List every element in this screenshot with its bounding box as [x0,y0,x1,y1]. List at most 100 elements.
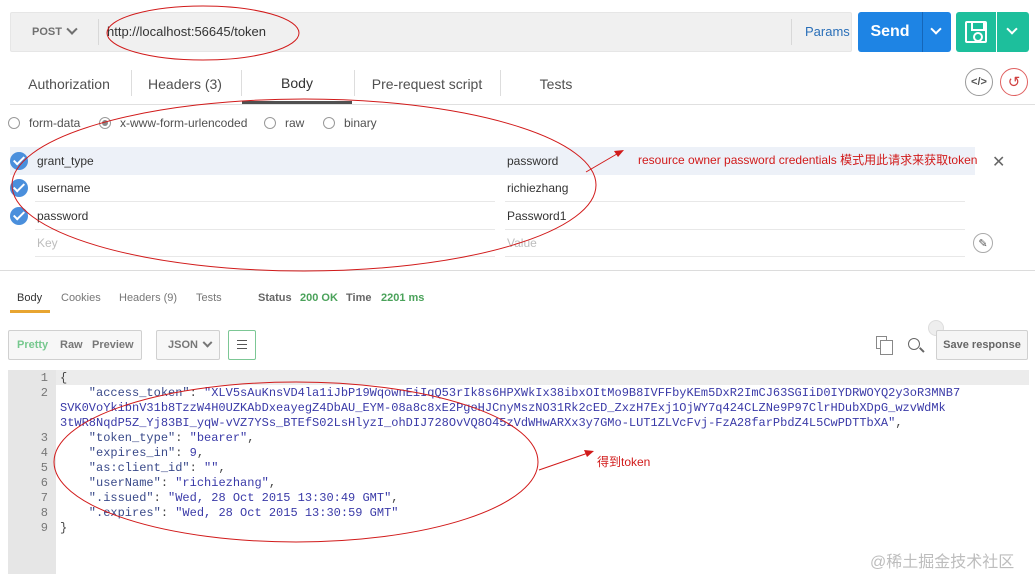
status-label: Status [258,292,292,304]
code-line: 3tWR8NqdP5Z_Yj83BI_yqW-vVZ7YSs_BTEfS02Ls… [60,416,903,430]
save-disk-icon [965,21,987,43]
tab-authorization[interactable]: Authorization [10,64,128,104]
chevron-down-icon [930,23,942,35]
divider [98,19,99,45]
chevron-down-icon [1006,23,1018,35]
code-line: SVK0VoYkibnV31b8TzzW4H0UZKAbDxeayegZ4DbA… [60,401,946,416]
response-arrow [538,451,592,471]
divider [505,256,965,257]
view-preview[interactable]: Preview [92,339,134,351]
line-number: 8 [40,506,48,520]
save-response-button[interactable]: Save response [936,330,1028,360]
radio-form-data[interactable]: form-data [8,116,80,130]
send-options-button[interactable] [922,12,951,52]
save-options-button[interactable] [997,12,1029,52]
row-key[interactable]: grant_type [37,154,94,168]
tab-body[interactable]: Body [242,64,352,104]
response-annotation: 得到token [597,455,651,469]
json-key: ".issued" [60,491,154,505]
request-bar: POST http://localhost:56645/token Params [10,12,852,52]
json-value: 3tWR8NqdP5Z_Yj83BI_yqW-vVZ7YSs_BTEfS02Ls… [60,416,896,430]
row-key[interactable]: username [37,181,90,195]
copy-icon[interactable] [876,336,893,355]
method-select[interactable]: POST [11,13,97,51]
delete-row-icon[interactable]: ✕ [992,152,1005,172]
line-number: 6 [40,476,48,490]
radio-dot [8,117,20,129]
line-number: 9 [40,521,48,535]
json-value: "Wed, 28 Oct 2015 13:30:49 GMT" [168,491,392,505]
radio-binary[interactable]: binary [323,116,377,130]
value-input[interactable]: Value [507,236,537,250]
response-tab-headers[interactable]: Headers (9) [119,292,177,304]
radio-dot [323,117,335,129]
row-value[interactable]: password [507,154,558,168]
code-icon: </> [971,76,987,88]
row-key[interactable]: password [37,209,88,223]
json-value: "" [204,461,219,475]
code-snippet-button[interactable]: </> [965,68,993,96]
json-value: "Wed, 28 Oct 2015 13:30:59 GMT" [175,506,399,520]
tab-tests[interactable]: Tests [501,64,611,104]
bulk-edit-button[interactable]: ✎ [973,233,993,253]
code-line: "token_type": "bearer", [60,431,255,445]
response-tab-tests[interactable]: Tests [196,292,222,304]
url-input[interactable]: http://localhost:56645/token [107,24,266,39]
format-select[interactable]: JSON [156,330,220,360]
chevron-down-icon [202,337,213,348]
code-line: ".issued": "Wed, 28 Oct 2015 13:30:49 GM… [60,491,399,505]
code-text: { [60,371,68,385]
code-line: ".expires": "Wed, 28 Oct 2015 13:30:59 G… [60,506,399,520]
reset-button[interactable]: ↺ [1000,68,1028,96]
json-value: "bearer" [189,431,248,445]
divider [791,19,792,45]
view-pretty[interactable]: Pretty [17,339,48,351]
active-tab-indicator [10,310,50,313]
checkbox-checked-icon[interactable] [10,207,28,225]
key-input[interactable]: Key [37,236,58,250]
view-mode-group: Pretty Raw Preview [8,330,142,360]
search-icon[interactable] [908,338,920,350]
json-key: "expires_in" [60,446,176,460]
pencil-icon: ✎ [978,237,988,250]
code-line: { [60,371,67,386]
json-value: "richiezhang" [175,476,269,490]
checkbox-checked-icon[interactable] [10,152,28,170]
line-number: 2 [40,386,48,400]
code-line: "as:client_id": "", [60,461,226,475]
wrap-lines-button[interactable] [228,330,256,360]
save-button[interactable] [956,12,996,52]
divider [0,270,1035,271]
row-value[interactable]: Password1 [507,209,566,223]
json-key: "token_type" [60,431,176,445]
line-number: 4 [40,446,48,460]
divider [35,256,495,257]
response-tab-cookies[interactable]: Cookies [61,292,101,304]
checkbox-checked-icon[interactable] [10,179,28,197]
response-arrowhead [584,450,594,457]
tab-headers[interactable]: Headers (3) [132,64,238,104]
row-value[interactable]: richiezhang [507,181,568,195]
response-tab-body[interactable]: Body [17,292,42,304]
code-text: } [60,521,68,535]
status-value: 200 OK [300,292,338,304]
send-button[interactable]: Send [858,12,922,52]
form-row-new: Key Value [10,229,975,257]
code-line: "access_token": "XLV5sAuKnsVD4la1iJbP19W… [60,386,961,400]
view-raw[interactable]: Raw [60,339,83,351]
json-value: "XLV5sAuKnsVD4la1iJbP19WqownEiIqQ53rIk8s… [204,386,961,400]
time-value: 2201 ms [381,292,425,304]
tabs-underline [10,104,1035,105]
radio-raw[interactable]: raw [264,116,304,130]
refresh-icon: ↺ [1007,74,1021,91]
json-key: "access_token" [60,386,190,400]
time-label: Time [346,292,372,304]
radio-x-www-form-urlencoded[interactable]: x-www-form-urlencoded [99,116,247,130]
form-row: password Password1 [10,202,975,230]
json-value: 9 [189,446,197,460]
params-button[interactable]: Params [805,24,850,39]
request-annotation: resource owner password credentials 模式用此… [638,153,978,167]
method-label: POST [32,26,62,38]
tab-pre-request-script[interactable]: Pre-request script [355,64,499,104]
watermark: @稀土掘金技术社区 [870,554,1015,571]
